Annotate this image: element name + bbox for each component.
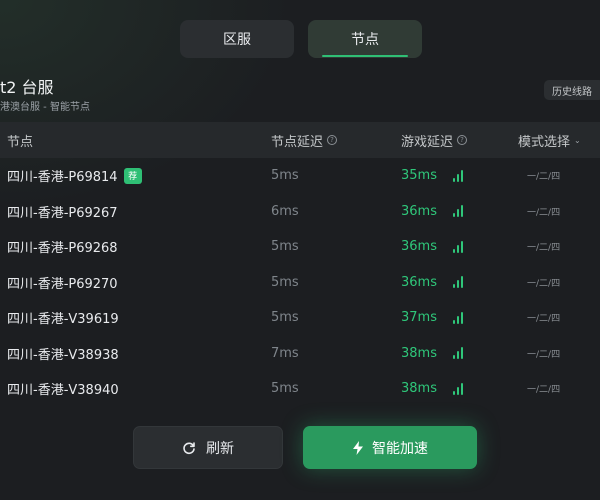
game-latency: 36ms	[401, 239, 437, 255]
table-row[interactable]: 四川-香港-V39619 5ms 37ms 一/二/四	[0, 300, 600, 336]
node-name-cell: 四川-香港-V39619	[7, 300, 119, 336]
table-body: 四川-香港-P69814 荐 5ms 35ms 一/二/四 四川-香港-P692…	[0, 158, 600, 407]
table-row[interactable]: 四川-香港-P69814 荐 5ms 35ms 一/二/四	[0, 158, 600, 194]
mode-select[interactable]: 一/二/四	[527, 158, 560, 194]
header-game-latency-label: 游戏延迟	[401, 134, 454, 150]
header-mode-label: 模式选择	[518, 134, 571, 150]
node-table: 节点 节点延迟 ? 游戏延迟 ? 模式选择 ⌄ 四川-香港-P69814 荐 5…	[0, 122, 600, 407]
table-row[interactable]: 四川-香港-V38940 5ms 38ms 一/二/四	[0, 371, 600, 407]
node-latency: 5ms	[271, 274, 299, 290]
game-latency-cell: 36ms	[401, 229, 463, 265]
mode-select[interactable]: 一/二/四	[527, 371, 560, 407]
refresh-icon	[182, 441, 196, 455]
game-latency-cell: 35ms	[401, 158, 463, 194]
mode-select[interactable]: 一/二/四	[527, 300, 560, 336]
signal-bars-icon	[452, 382, 463, 395]
game-latency: 35ms	[401, 168, 437, 184]
node-latency: 5ms	[271, 381, 299, 397]
signal-bars-icon	[452, 347, 463, 360]
table-row[interactable]: 四川-香港-V38938 7ms 38ms 一/二/四	[0, 336, 600, 372]
history-routes-button[interactable]: 历史线路	[544, 80, 600, 100]
tab-node[interactable]: 节点	[308, 20, 422, 58]
game-latency: 38ms	[401, 345, 437, 361]
header-node-label: 节点	[7, 134, 34, 150]
question-circle-icon[interactable]: ?	[327, 135, 338, 145]
header-node-latency: 节点延迟 ?	[271, 122, 338, 158]
header-game-latency: 游戏延迟 ?	[401, 122, 468, 158]
recommended-badge: 荐	[123, 167, 142, 184]
node-name: 四川-香港-P69814	[7, 170, 118, 186]
node-name-cell: 四川-香港-V38940	[7, 371, 119, 407]
mode-select[interactable]: 一/二/四	[527, 265, 560, 301]
refresh-button-label: 刷新	[206, 440, 234, 457]
node-name-cell: 四川-香港-P69267	[7, 194, 118, 230]
node-name-cell: 四川-香港-V38938	[7, 336, 119, 372]
mode-select[interactable]: 一/二/四	[527, 229, 560, 265]
game-latency-cell: 36ms	[401, 265, 463, 301]
game-latency-cell: 37ms	[401, 300, 463, 336]
table-row[interactable]: 四川-香港-P69267 6ms 36ms 一/二/四	[0, 194, 600, 230]
node-name-cell: 四川-香港-P69270	[7, 265, 118, 301]
node-name: 四川-香港-V38938	[7, 347, 119, 363]
header-mode-select[interactable]: 模式选择 ⌄	[518, 122, 581, 158]
table-header: 节点 节点延迟 ? 游戏延迟 ? 模式选择 ⌄	[0, 122, 600, 158]
node-name: 四川-香港-P69267	[7, 205, 118, 221]
game-latency-cell: 38ms	[401, 371, 463, 407]
server-subtitle: 港澳台服 - 智能节点	[0, 102, 90, 113]
signal-bars-icon	[452, 240, 463, 253]
node-name-cell: 四川-香港-P69814 荐	[7, 158, 142, 194]
question-circle-icon[interactable]: ?	[457, 135, 468, 145]
server-title: t2 台服	[0, 78, 54, 97]
node-latency: 5ms	[271, 310, 299, 326]
smart-accelerate-button[interactable]: 智能加速	[303, 426, 477, 469]
node-latency: 5ms	[271, 239, 299, 255]
tab-bar: 区服 节点	[180, 20, 422, 58]
game-latency: 36ms	[401, 203, 437, 219]
lightning-icon	[352, 440, 364, 455]
node-latency: 6ms	[271, 203, 299, 219]
node-name: 四川-香港-P69268	[7, 241, 118, 257]
accelerate-button-label: 智能加速	[372, 440, 428, 457]
node-latency: 5ms	[271, 168, 299, 184]
node-name-cell: 四川-香港-P69268	[7, 229, 118, 265]
signal-bars-icon	[452, 311, 463, 324]
node-name: 四川-香港-V39619	[7, 312, 119, 328]
tab-region[interactable]: 区服	[180, 20, 294, 58]
mode-select[interactable]: 一/二/四	[527, 336, 560, 372]
game-latency: 37ms	[401, 310, 437, 326]
game-latency-cell: 38ms	[401, 336, 463, 372]
table-row[interactable]: 四川-香港-P69268 5ms 36ms 一/二/四	[0, 229, 600, 265]
signal-bars-icon	[452, 205, 463, 218]
chevron-down-icon: ⌄	[574, 135, 581, 145]
game-latency-cell: 36ms	[401, 194, 463, 230]
table-row[interactable]: 四川-香港-P69270 5ms 36ms 一/二/四	[0, 265, 600, 301]
header-node: 节点	[7, 122, 33, 158]
mode-select[interactable]: 一/二/四	[527, 194, 560, 230]
signal-bars-icon	[452, 276, 463, 289]
node-name: 四川-香港-V38940	[7, 383, 119, 399]
header-node-latency-label: 节点延迟	[271, 134, 324, 150]
signal-bars-icon	[452, 169, 463, 182]
node-latency: 7ms	[271, 345, 299, 361]
game-latency: 36ms	[401, 274, 437, 290]
game-latency: 38ms	[401, 381, 437, 397]
refresh-button[interactable]: 刷新	[133, 426, 283, 469]
node-name: 四川-香港-P69270	[7, 276, 118, 292]
